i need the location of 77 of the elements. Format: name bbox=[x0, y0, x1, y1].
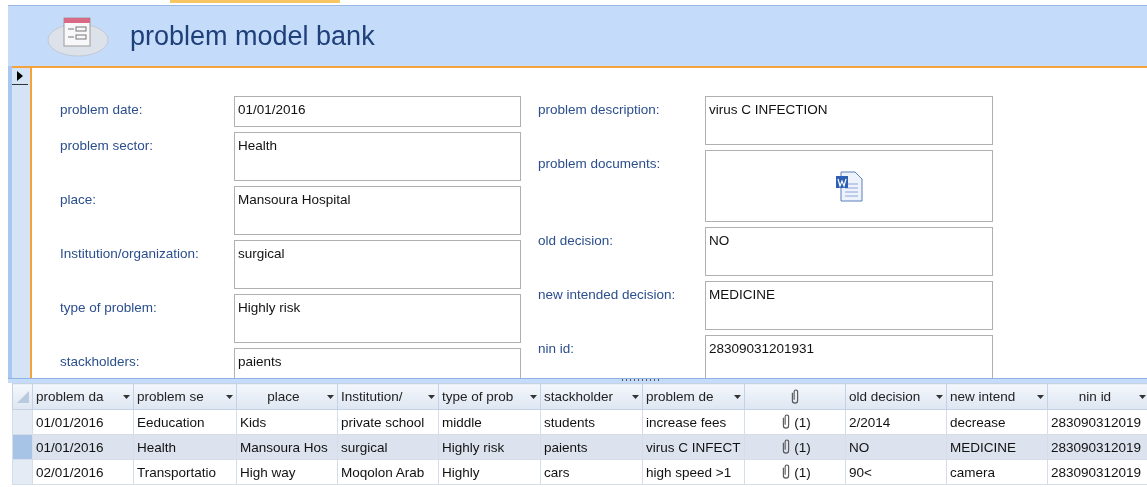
table-cell: private school bbox=[337, 409, 439, 435]
caret-icon bbox=[530, 394, 537, 399]
column-header[interactable]: place bbox=[236, 383, 338, 410]
column-header[interactable]: old decision bbox=[845, 383, 947, 410]
table-cell: Highly bbox=[438, 459, 541, 485]
splitter-grip-icon[interactable] bbox=[622, 379, 662, 383]
field-label: Institution/organization: bbox=[60, 245, 200, 261]
caret-icon bbox=[1037, 394, 1044, 399]
field-label: problem description: bbox=[538, 101, 661, 117]
table-cell: students bbox=[540, 409, 643, 435]
column-header[interactable]: type of prob bbox=[438, 383, 541, 410]
column-header[interactable]: new intend bbox=[946, 383, 1048, 410]
field-label: problem documents: bbox=[538, 155, 662, 171]
row-selector[interactable] bbox=[12, 409, 33, 435]
table-cell: Highly risk bbox=[438, 434, 541, 460]
table-cell: decrease bbox=[946, 409, 1048, 435]
caret-icon bbox=[428, 394, 435, 399]
text-field[interactable]: 28309031201931 bbox=[705, 335, 993, 378]
text-field[interactable]: 01/01/2016 bbox=[234, 96, 521, 127]
row-selector[interactable] bbox=[12, 459, 33, 485]
column-header[interactable]: stackholder bbox=[540, 383, 643, 410]
table-cell: middle bbox=[438, 409, 541, 435]
table-cell: Health bbox=[133, 434, 237, 460]
table-cell: 2/2014 bbox=[845, 409, 947, 435]
table-cell: Transportatio bbox=[133, 459, 237, 485]
table-cell: surgical bbox=[337, 434, 439, 460]
caret-icon bbox=[1139, 394, 1146, 399]
column-header[interactable]: nin id bbox=[1047, 383, 1147, 410]
field-label: problem sector: bbox=[60, 137, 155, 153]
text-field[interactable]: virus C INFECTION bbox=[705, 96, 993, 145]
table-cell: cars bbox=[540, 459, 643, 485]
table-cell: 90< bbox=[845, 459, 947, 485]
table-cell: Mansoura Hos bbox=[236, 434, 338, 460]
table-cell: Kids bbox=[236, 409, 338, 435]
text-field[interactable]: Highly risk bbox=[234, 294, 521, 343]
text-field[interactable]: Mansoura Hospital bbox=[234, 186, 521, 235]
field-label: problem date: bbox=[60, 101, 144, 117]
column-header[interactable]: problem da bbox=[32, 383, 134, 410]
record-selector-icon[interactable] bbox=[12, 68, 28, 85]
column-header[interactable] bbox=[744, 383, 846, 410]
table-cell: virus C INFECT bbox=[642, 434, 745, 460]
table-cell: High way bbox=[236, 459, 338, 485]
text-field[interactable]: surgical bbox=[234, 240, 521, 289]
column-header[interactable]: Institution/ bbox=[337, 383, 439, 410]
field-label: stackholders: bbox=[60, 353, 141, 369]
table-cell: paients bbox=[540, 434, 643, 460]
attachment-field[interactable] bbox=[705, 150, 993, 222]
field-label: place: bbox=[60, 191, 98, 207]
table-cell: Eeducation bbox=[133, 409, 237, 435]
table-cell: camera bbox=[946, 459, 1048, 485]
field-label: type of problem: bbox=[60, 299, 158, 315]
table-cell: high speed >1 bbox=[642, 459, 745, 485]
table-cell: increase fees bbox=[642, 409, 745, 435]
caret-icon bbox=[226, 394, 233, 399]
table-cell: Moqolon Arab bbox=[337, 459, 439, 485]
table-cell: 01/01/2016 bbox=[32, 409, 134, 435]
table-cell: 01/01/2016 bbox=[32, 434, 134, 460]
field-label: nin id: bbox=[538, 340, 576, 356]
field-label: old decision: bbox=[538, 232, 615, 248]
caret-icon bbox=[123, 394, 130, 399]
caret-icon bbox=[734, 394, 741, 399]
form-title: problem model bank bbox=[130, 20, 375, 52]
text-field[interactable]: Health bbox=[234, 132, 521, 181]
column-header[interactable]: problem se bbox=[133, 383, 237, 410]
column-header[interactable]: problem de bbox=[642, 383, 745, 410]
table-cell: MEDICINE bbox=[946, 434, 1048, 460]
table-cell: NO bbox=[845, 434, 947, 460]
caret-icon bbox=[936, 394, 943, 399]
text-field[interactable]: MEDICINE bbox=[705, 281, 993, 330]
table-cell: 02/01/2016 bbox=[32, 459, 134, 485]
table-cell: 283090312019 bbox=[1047, 434, 1147, 460]
text-field[interactable]: NO bbox=[705, 227, 993, 276]
caret-icon bbox=[327, 394, 334, 399]
text-field[interactable]: paients bbox=[234, 348, 521, 378]
caret-icon bbox=[632, 394, 639, 399]
row-selector[interactable] bbox=[12, 434, 33, 460]
field-label: new intended decision: bbox=[538, 286, 677, 302]
